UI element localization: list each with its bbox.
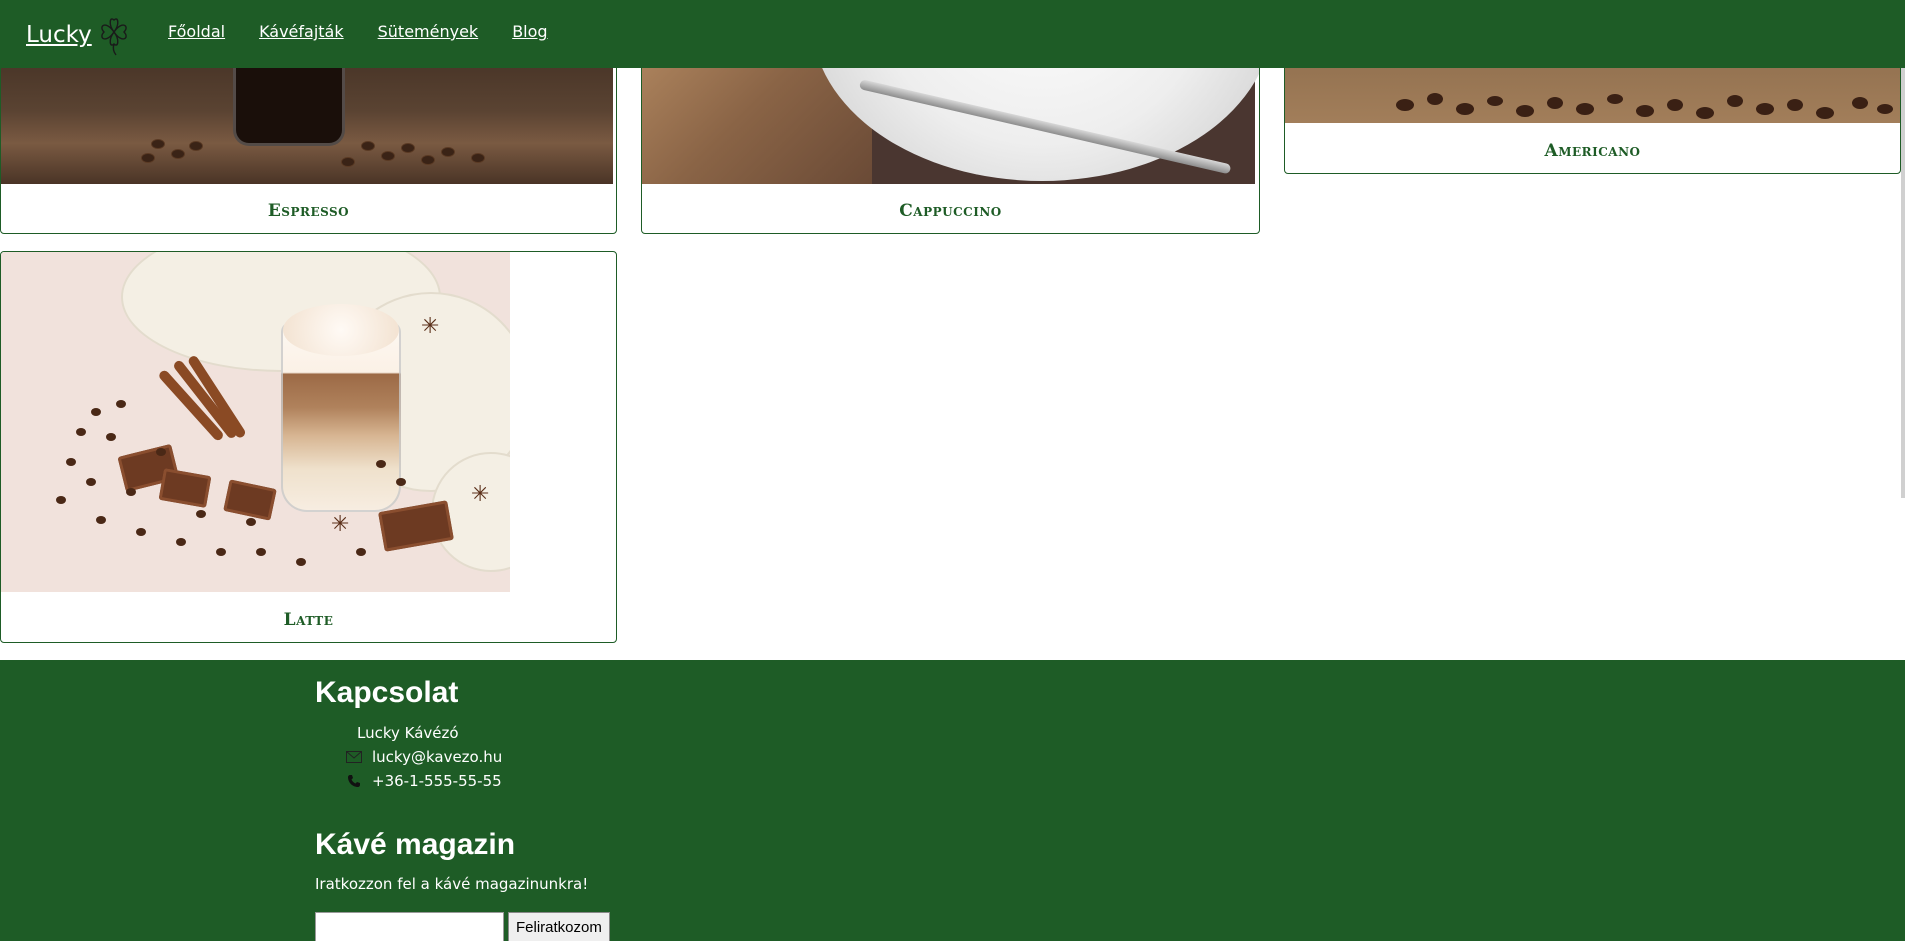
nav-item-kavefajtak[interactable]: Kávéfajták [259,22,344,41]
brand-name: Lucky [26,22,92,48]
nav-links: Főoldal Kávéfajták Sütemények Blog [168,22,548,41]
navbar: Lucky Főoldal Kávéfajták Sütemények Blog [0,0,1905,68]
contact-name-text: Lucky Kávézó [357,724,459,742]
contact-email: lucky@kavezo.hu [346,748,502,766]
contact-phone: +36-1-555-55-55 [346,772,502,790]
card-title-americano: Americano [1544,141,1641,161]
coffee-card-latte[interactable]: ✳ ✳ ✳ Latte [0,251,617,643]
newsletter-text: Iratkozzon fel a kávé magazinunkra! [315,875,589,893]
card-title-cappuccino: Cappuccino [899,201,1002,221]
subscribe-button[interactable]: Feliratkozom [508,912,610,941]
envelope-icon [346,750,362,764]
nav-item-blog[interactable]: Blog [512,22,547,41]
footer: Kapcsolat Lucky Kávézó lucky@kavezo.hu +… [0,660,1905,941]
card-title-espresso: Espresso [267,201,350,221]
nav-item-fooldal[interactable]: Főoldal [168,22,225,41]
newsletter-email-input[interactable] [315,912,504,941]
contact-heading: Kapcsolat [315,676,459,709]
latte-image: ✳ ✳ ✳ [1,252,510,592]
contact-name: Lucky Kávézó [357,724,459,742]
clover-icon [96,14,132,56]
brand-link[interactable]: Lucky [26,14,132,56]
card-title-latte: Latte [283,610,334,630]
email-link[interactable]: lucky@kavezo.hu [372,748,502,766]
phone-link[interactable]: +36-1-555-55-55 [372,772,502,790]
page: Lucky Főoldal Kávéfajták Sütemények Blog [0,0,1905,941]
nav-item-sutemenyek[interactable]: Sütemények [378,22,479,41]
newsletter-heading: Kávé magazin [315,828,516,861]
phone-icon [346,774,362,788]
scrollbar[interactable] [1901,68,1905,498]
